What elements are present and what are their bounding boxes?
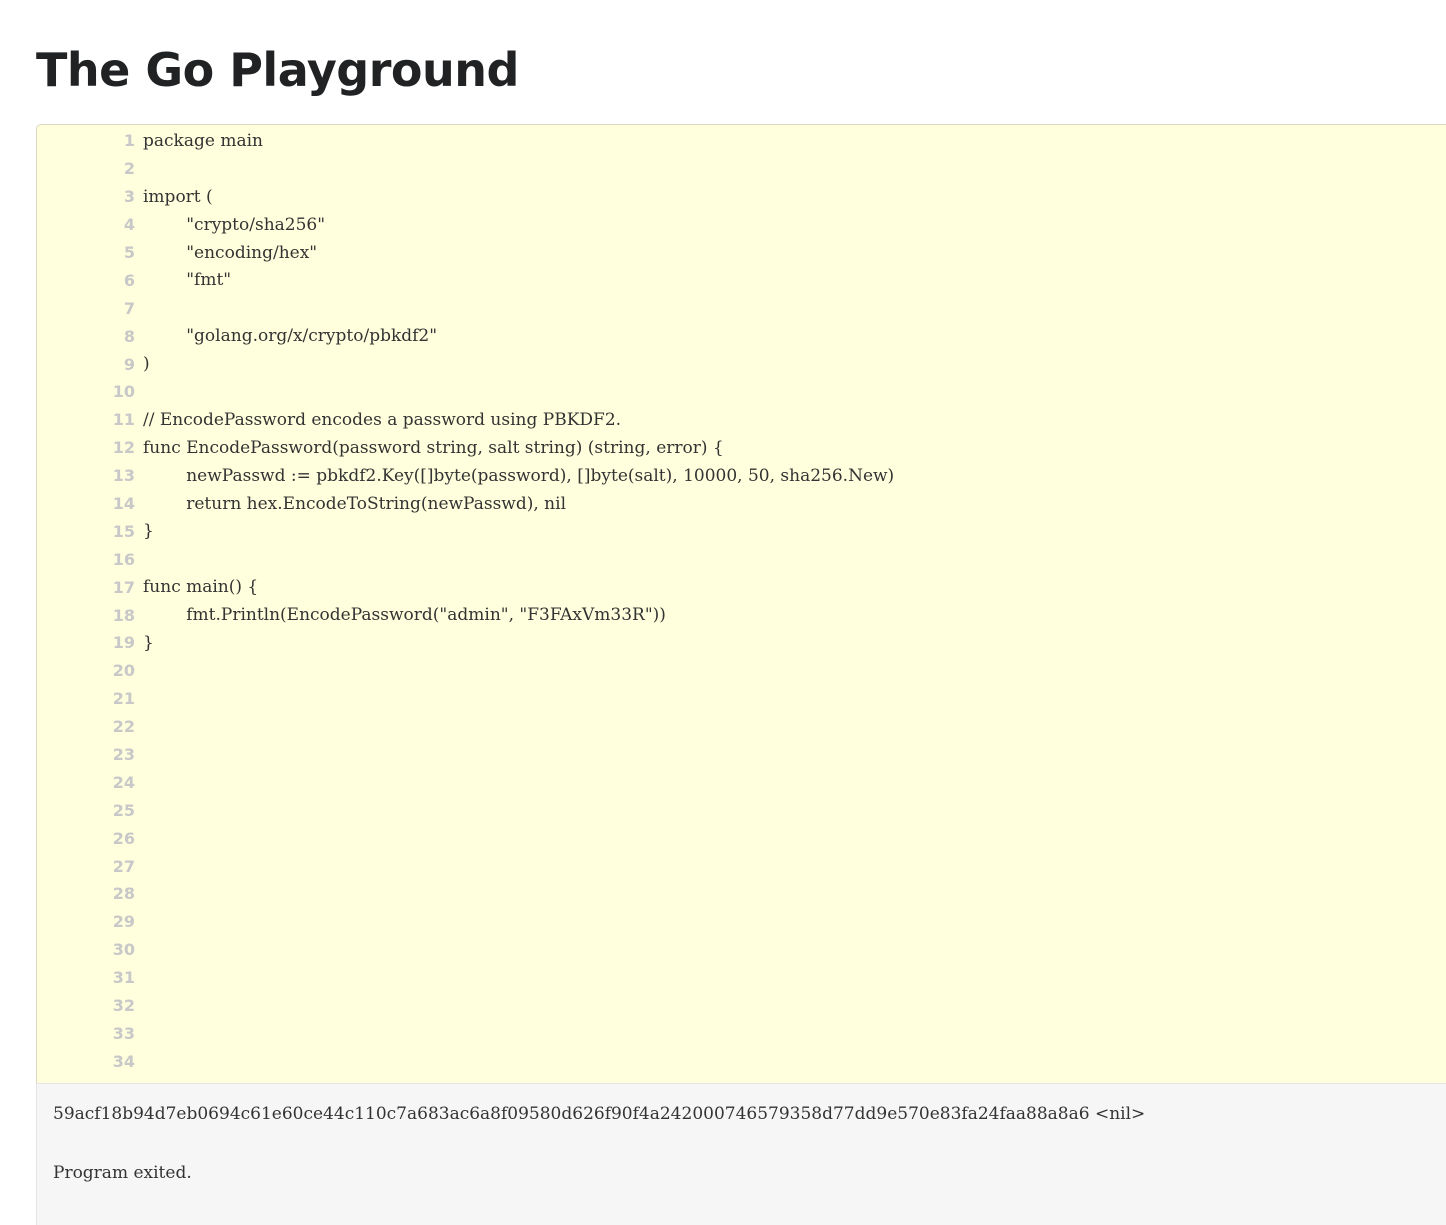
line-code[interactable]: } xyxy=(143,521,154,541)
line-number: 6 xyxy=(123,270,135,290)
code-line: 21 xyxy=(37,685,1446,713)
line-code[interactable]: return hex.EncodeToString(newPasswd), ni… xyxy=(143,494,566,514)
code-line: 2 xyxy=(37,155,1446,183)
code-line: 18 fmt.Println(EncodePassword("admin", "… xyxy=(37,601,1446,629)
code-line: 29 xyxy=(37,908,1446,936)
line-code[interactable]: "golang.org/x/crypto/pbkdf2" xyxy=(143,326,437,346)
line-number: 22 xyxy=(112,717,135,737)
code-line: 15} xyxy=(37,517,1446,545)
code-line: 20 xyxy=(37,657,1446,685)
code-line: 32 xyxy=(37,992,1446,1020)
line-number: 26 xyxy=(112,828,135,848)
code-line: 4 "crypto/sha256" xyxy=(37,211,1446,239)
code-line: 27 xyxy=(37,852,1446,880)
code-line: 5 "encoding/hex" xyxy=(37,239,1446,267)
line-code[interactable]: "crypto/sha256" xyxy=(143,215,325,235)
line-number: 5 xyxy=(123,243,135,262)
line-number: 33 xyxy=(112,1023,135,1043)
line-number: 24 xyxy=(112,772,135,792)
line-number: 7 xyxy=(123,298,135,318)
line-number: 27 xyxy=(112,856,135,876)
code-line: 25 xyxy=(37,796,1446,824)
code-line: 1 package main xyxy=(37,127,1446,155)
code-line: 19} xyxy=(37,629,1446,657)
code-line: 7 xyxy=(37,294,1446,322)
line-number: 15 xyxy=(112,521,135,541)
code-line: 16 xyxy=(37,545,1446,573)
line-number: 17 xyxy=(112,577,135,597)
line-code[interactable]: import ( xyxy=(143,187,213,207)
line-number: 16 xyxy=(112,549,135,569)
output-status: Program exited. xyxy=(53,1163,192,1183)
code-line: 17 func main() { xyxy=(37,573,1446,601)
line-number: 28 xyxy=(112,884,135,904)
code-line: 9) xyxy=(37,350,1446,378)
code-line: 3 import ( xyxy=(37,183,1446,211)
line-number: 29 xyxy=(112,912,135,932)
line-code[interactable]: "fmt" xyxy=(143,270,231,290)
line-code[interactable]: func main() { xyxy=(143,577,258,597)
code-line: 34 xyxy=(37,1047,1446,1075)
code-line: 28 xyxy=(37,880,1446,908)
line-number: 9 xyxy=(123,354,135,374)
code-line: 24 xyxy=(37,768,1446,796)
line-number: 32 xyxy=(112,996,135,1016)
line-number: 10 xyxy=(112,382,135,402)
line-number: 2 xyxy=(123,159,135,179)
code-line: 33 xyxy=(37,1020,1446,1048)
line-number: 14 xyxy=(112,494,135,514)
line-number: 34 xyxy=(112,1051,135,1071)
code-line: 6 "fmt" xyxy=(37,266,1446,294)
line-number: 19 xyxy=(112,633,135,653)
line-number: 8 xyxy=(123,326,135,346)
code-line: 13 newPasswd := pbkdf2.Key([]byte(passwo… xyxy=(37,462,1446,490)
line-number: 21 xyxy=(112,689,135,709)
code-line: 11 // EncodePassword encodes a password u… xyxy=(37,406,1446,434)
code-lines: 1 package main 2 3 import (4 "crypto/sha256"… xyxy=(37,127,1446,1083)
code-line: 12 func EncodePassword(password string, s… xyxy=(37,434,1446,462)
line-code[interactable]: } xyxy=(143,633,154,653)
code-line: 26 xyxy=(37,824,1446,852)
line-number: 31 xyxy=(112,968,135,988)
line-number: 4 xyxy=(123,215,135,235)
line-code[interactable]: "encoding/hex" xyxy=(143,243,317,263)
line-number: 11 xyxy=(112,410,135,430)
line-number: 23 xyxy=(112,745,135,765)
line-number: 18 xyxy=(112,605,135,625)
line-code[interactable]: func EncodePassword(password string, sal… xyxy=(143,438,724,458)
code-line: 31 xyxy=(37,964,1446,992)
output-panel: 59acf18b94d7eb0694c61e60ce44c110c7a683ac… xyxy=(36,1083,1446,1225)
line-code[interactable]: newPasswd := pbkdf2.Key([]byte(password)… xyxy=(143,466,894,486)
code-line: 22 xyxy=(37,713,1446,741)
output-result: 59acf18b94d7eb0694c61e60ce44c110c7a683ac… xyxy=(53,1104,1146,1124)
code-line: 35 xyxy=(37,1075,1446,1083)
line-code[interactable]: // EncodePassword encodes a password usi… xyxy=(143,410,621,430)
code-line: 8 "golang.org/x/crypto/pbkdf2" xyxy=(37,322,1446,350)
page-title: The Go Playground xyxy=(36,43,519,97)
line-number: 1 xyxy=(123,131,135,151)
line-number: 30 xyxy=(112,940,135,960)
line-number: 3 xyxy=(123,187,135,207)
line-code[interactable]: fmt.Println(EncodePassword("admin", "F3F… xyxy=(143,605,666,625)
line-number: 25 xyxy=(112,800,135,820)
code-editor[interactable]: 1 package main 2 3 import (4 "crypto/sha256"… xyxy=(36,124,1446,1083)
code-line: 30 xyxy=(37,936,1446,964)
code-line: 10 xyxy=(37,378,1446,406)
line-number: 13 xyxy=(112,466,135,486)
line-number: 20 xyxy=(112,661,135,681)
code-line: 23 xyxy=(37,741,1446,769)
line-code[interactable]: package main xyxy=(143,131,263,151)
line-code[interactable]: ) xyxy=(143,354,150,374)
line-number: 12 xyxy=(112,438,135,458)
code-line: 14 return hex.EncodeToString(newPasswd),… xyxy=(37,490,1446,518)
